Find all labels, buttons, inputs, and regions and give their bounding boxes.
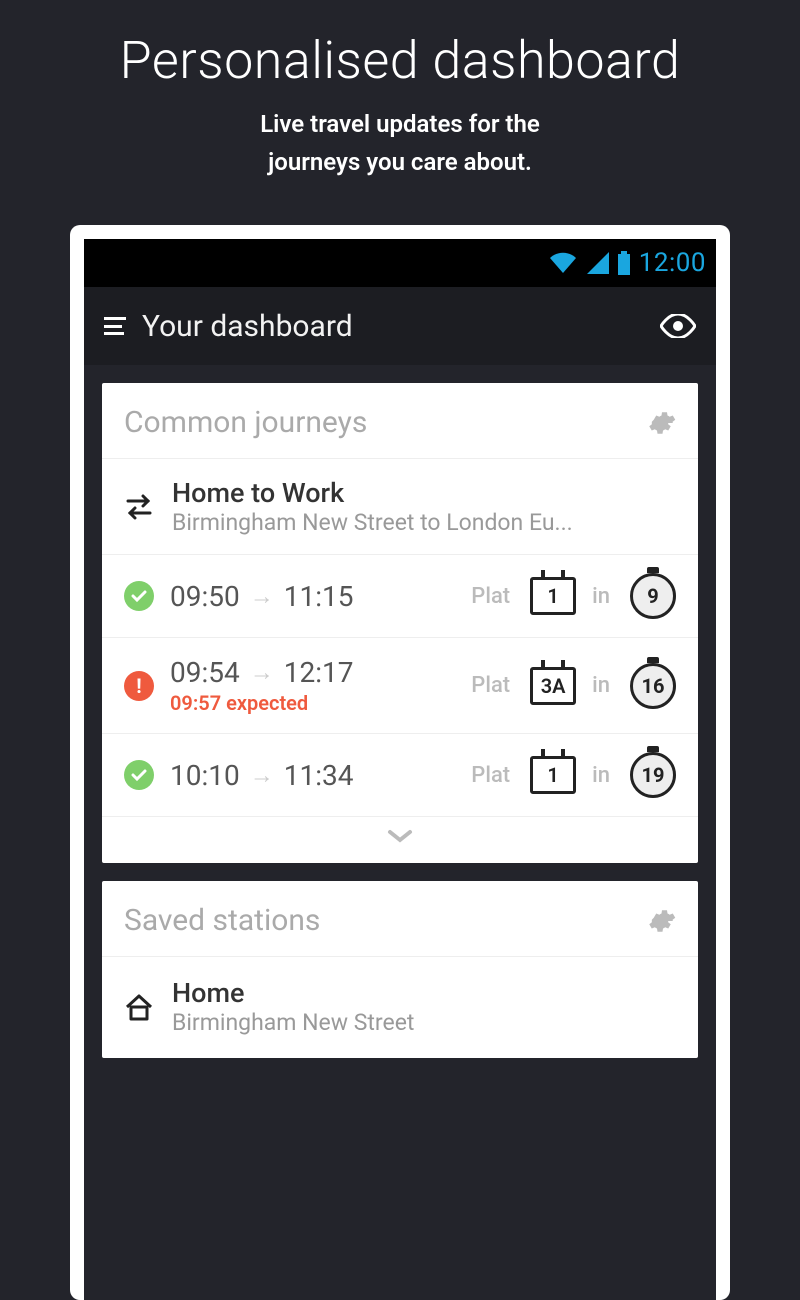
countdown-badge: 16 <box>630 663 676 709</box>
promo-banner: Personalised dashboard Live travel updat… <box>0 0 800 182</box>
countdown-badge: 9 <box>630 573 676 619</box>
departure-row[interactable]: 10:10 → 11:34 Plat 1 in 19 <box>102 734 698 817</box>
status-warn-icon: ! <box>124 671 154 701</box>
gear-icon[interactable] <box>646 408 676 438</box>
station-subtitle: Birmingham New Street <box>172 1009 414 1036</box>
saved-stations-title: Saved stations <box>124 903 646 938</box>
common-journeys-card: Common journeys Home to Work Birm <box>102 383 698 863</box>
android-status-bar: 12:00 <box>84 239 716 287</box>
wifi-icon <box>549 252 577 274</box>
journey-title: Home to Work <box>172 477 676 509</box>
saved-stations-card: Saved stations Home Birmingham New Stree… <box>102 881 698 1058</box>
battery-icon <box>617 251 631 275</box>
plat-label: Plat <box>471 673 510 698</box>
status-ok-icon <box>124 581 154 611</box>
gear-icon[interactable] <box>646 906 676 936</box>
journey-summary[interactable]: Home to Work Birmingham New Street to Lo… <box>102 459 698 555</box>
arrow-right-icon: → <box>250 761 274 790</box>
phone-frame: 12:00 Your dashboard Common journeys <box>70 225 730 1300</box>
promo-subtitle: Live travel updates for the journeys you… <box>0 105 800 182</box>
cell-signal-icon <box>585 252 609 274</box>
home-icon <box>124 993 154 1021</box>
promo-title: Personalised dashboard <box>0 30 800 91</box>
plat-label: Plat <box>471 584 510 609</box>
journey-subtitle: Birmingham New Street to London Eu... <box>172 509 676 536</box>
dashboard-scroll[interactable]: Common journeys Home to Work Birm <box>84 365 716 1300</box>
countdown-badge: 19 <box>630 752 676 798</box>
visibility-icon[interactable] <box>660 314 696 338</box>
arrival-time: 11:34 <box>284 759 354 792</box>
expand-button[interactable] <box>102 817 698 863</box>
saved-station-row[interactable]: Home Birmingham New Street <box>102 957 698 1058</box>
platform-badge: 3A <box>530 667 576 705</box>
departure-time: 10:10 <box>170 759 240 792</box>
platform-badge: 1 <box>530 577 576 615</box>
common-journeys-header: Common journeys <box>102 383 698 459</box>
arrival-time: 11:15 <box>284 580 354 613</box>
departure-row[interactable]: ! 09:54 → 12:17 09:57 expected Plat 3A i… <box>102 638 698 734</box>
saved-stations-header: Saved stations <box>102 881 698 957</box>
departure-time: 09:54 <box>170 656 240 689</box>
statusbar-clock: 12:00 <box>639 248 706 278</box>
in-label: in <box>592 584 610 609</box>
status-ok-icon <box>124 760 154 790</box>
app-bar-title: Your dashboard <box>142 309 644 344</box>
plat-label: Plat <box>471 763 510 788</box>
expected-time: 09:57 expected <box>170 691 353 715</box>
arrow-right-icon: → <box>250 658 274 687</box>
in-label: in <box>592 673 610 698</box>
phone-screen: 12:00 Your dashboard Common journeys <box>84 239 716 1300</box>
departure-time: 09:50 <box>170 580 240 613</box>
departure-row[interactable]: 09:50 → 11:15 Plat 1 in 9 <box>102 555 698 638</box>
platform-badge: 1 <box>530 756 576 794</box>
station-name: Home <box>172 977 414 1009</box>
arrival-time: 12:17 <box>284 656 354 689</box>
common-journeys-title: Common journeys <box>124 405 646 440</box>
swap-icon <box>124 493 154 521</box>
app-bar: Your dashboard <box>84 287 716 365</box>
arrow-right-icon: → <box>250 582 274 611</box>
in-label: in <box>592 763 610 788</box>
menu-icon[interactable] <box>104 317 126 335</box>
